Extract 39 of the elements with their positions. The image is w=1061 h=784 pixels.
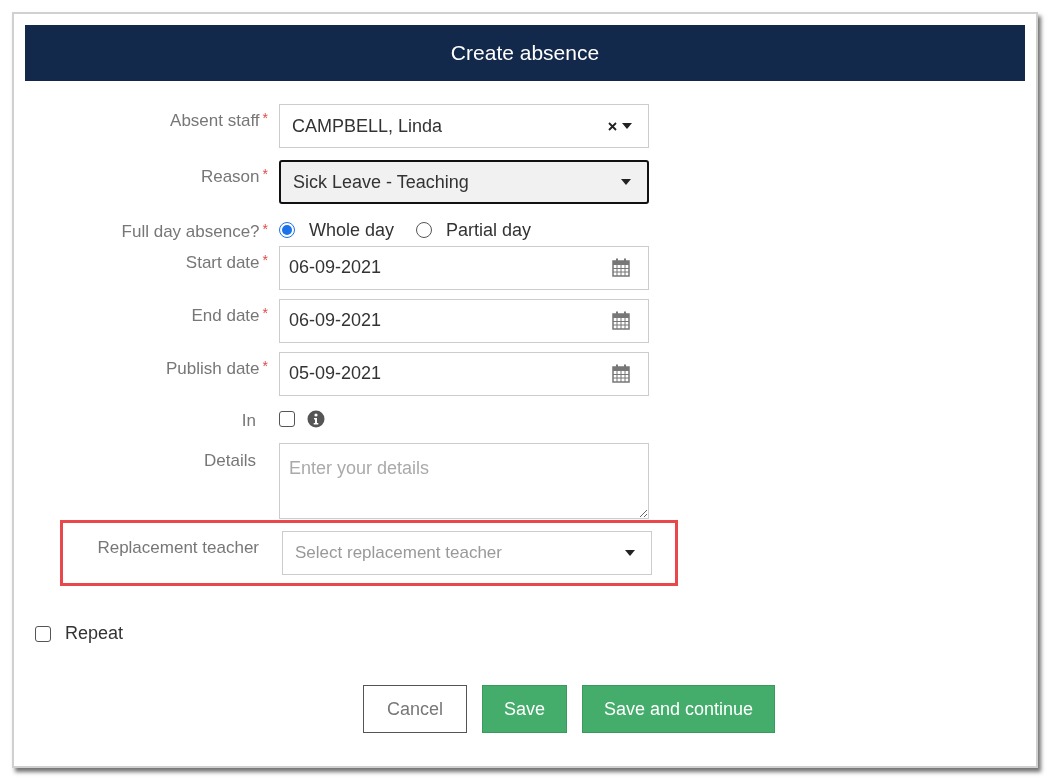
- required-mark: *: [262, 109, 268, 128]
- required-mark: *: [262, 220, 268, 239]
- caret-icon: [625, 550, 635, 556]
- field-label: Start date: [185, 251, 260, 274]
- checkbox-label: Repeat: [65, 622, 124, 645]
- field-label: Reason: [200, 166, 260, 188]
- date-field[interactable]: 06-09-2021: [279, 245, 649, 290]
- required-mark: *: [262, 303, 268, 323]
- field-value: Sick Leave - Teaching: [293, 170, 470, 194]
- dropdown-field[interactable]: CAMPBELL, Linda: [279, 104, 649, 148]
- required-mark: *: [262, 250, 268, 270]
- radio-option[interactable]: Partial day: [416, 216, 532, 244]
- field-value: CAMPBELL, Linda: [292, 114, 444, 138]
- required-mark: *: [262, 165, 268, 184]
- field-label: Publish date: [165, 357, 260, 380]
- date-field[interactable]: 05-09-2021: [279, 351, 649, 396]
- field-label: End date: [191, 304, 260, 327]
- date-field[interactable]: 06-09-2021: [279, 298, 649, 343]
- field-label: Details: [204, 450, 256, 472]
- field-label: Absent staff: [170, 110, 260, 132]
- clear-icon[interactable]: [608, 121, 617, 131]
- calendar-icon: [612, 364, 630, 383]
- cancel-button[interactable]: Cancel: [362, 685, 467, 733]
- checkbox[interactable]: [279, 410, 295, 427]
- field-label: Full day absence?: [121, 221, 260, 243]
- dialog-header: Create absence: [25, 25, 1025, 81]
- caret-icon: [622, 123, 632, 129]
- field-label: Replacement teacher: [97, 537, 259, 559]
- checkbox[interactable]: [35, 625, 51, 642]
- calendar-icon: [612, 311, 630, 330]
- required-mark: *: [262, 356, 268, 376]
- details-field[interactable]: Enter your details: [279, 443, 649, 519]
- field-value: Select replacement teacher: [295, 542, 503, 565]
- field-label: In: [241, 409, 256, 432]
- calendar-icon: [612, 258, 630, 277]
- caret-icon: [621, 179, 631, 185]
- info-icon[interactable]: [307, 409, 325, 428]
- radio-option[interactable]: Whole day: [279, 216, 395, 244]
- dropdown-field[interactable]: Sick Leave - Teaching: [279, 160, 649, 204]
